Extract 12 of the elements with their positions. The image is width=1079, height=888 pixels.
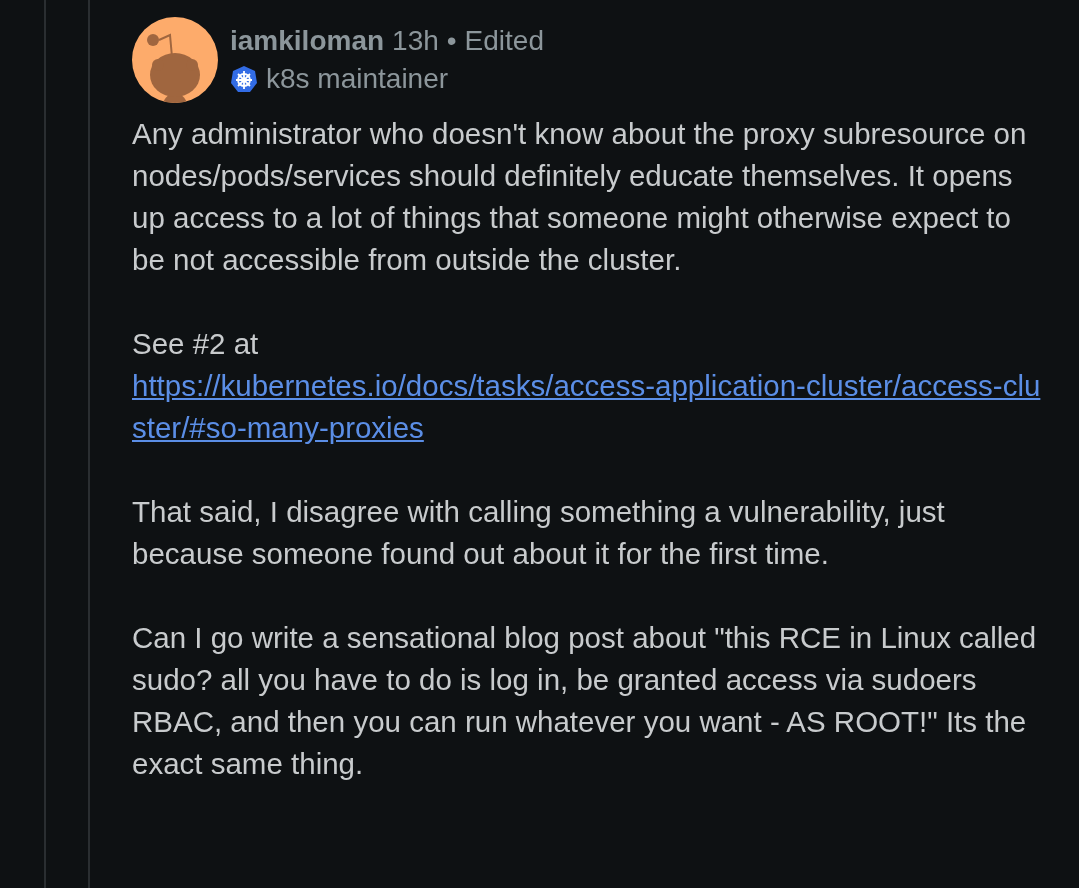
comment-paragraph: See #2 at (132, 326, 260, 362)
comment-paragraph: Can I go write a sensational blog post about "this RCE in Linux called sudo? all you have to do is log in, be granted access via sudoers RBAC, and then you can run whatever you want - AS ROOT!" Its the exact same thing. (132, 620, 1038, 782)
comment-paragraph: Any administrator who doesn't know about the proxy subresource on nodes/pods/services should definitely educate themselves. It opens up access to a lot of things that someone might otherwise expect to be not accessible from outside the cluster. (132, 116, 1028, 278)
edited-label: Edited (464, 25, 544, 57)
comment-paragraph: That said, I disagree with calling something a vulnerability, just because someone found out about it for the first time. (132, 494, 946, 572)
separator-dot: • (446, 25, 457, 57)
helm-wheel-icon (230, 65, 258, 93)
username[interactable]: iamkiloman (230, 25, 385, 57)
avatar-icon[interactable] (132, 17, 218, 103)
link[interactable]: https://kubernetes.io/docs/tasks/access-application-cluster/access-cluster/#so-many-proxies (132, 365, 1042, 449)
user-flair: k8s maintainer (266, 63, 449, 95)
timestamp: 13h (392, 25, 439, 57)
